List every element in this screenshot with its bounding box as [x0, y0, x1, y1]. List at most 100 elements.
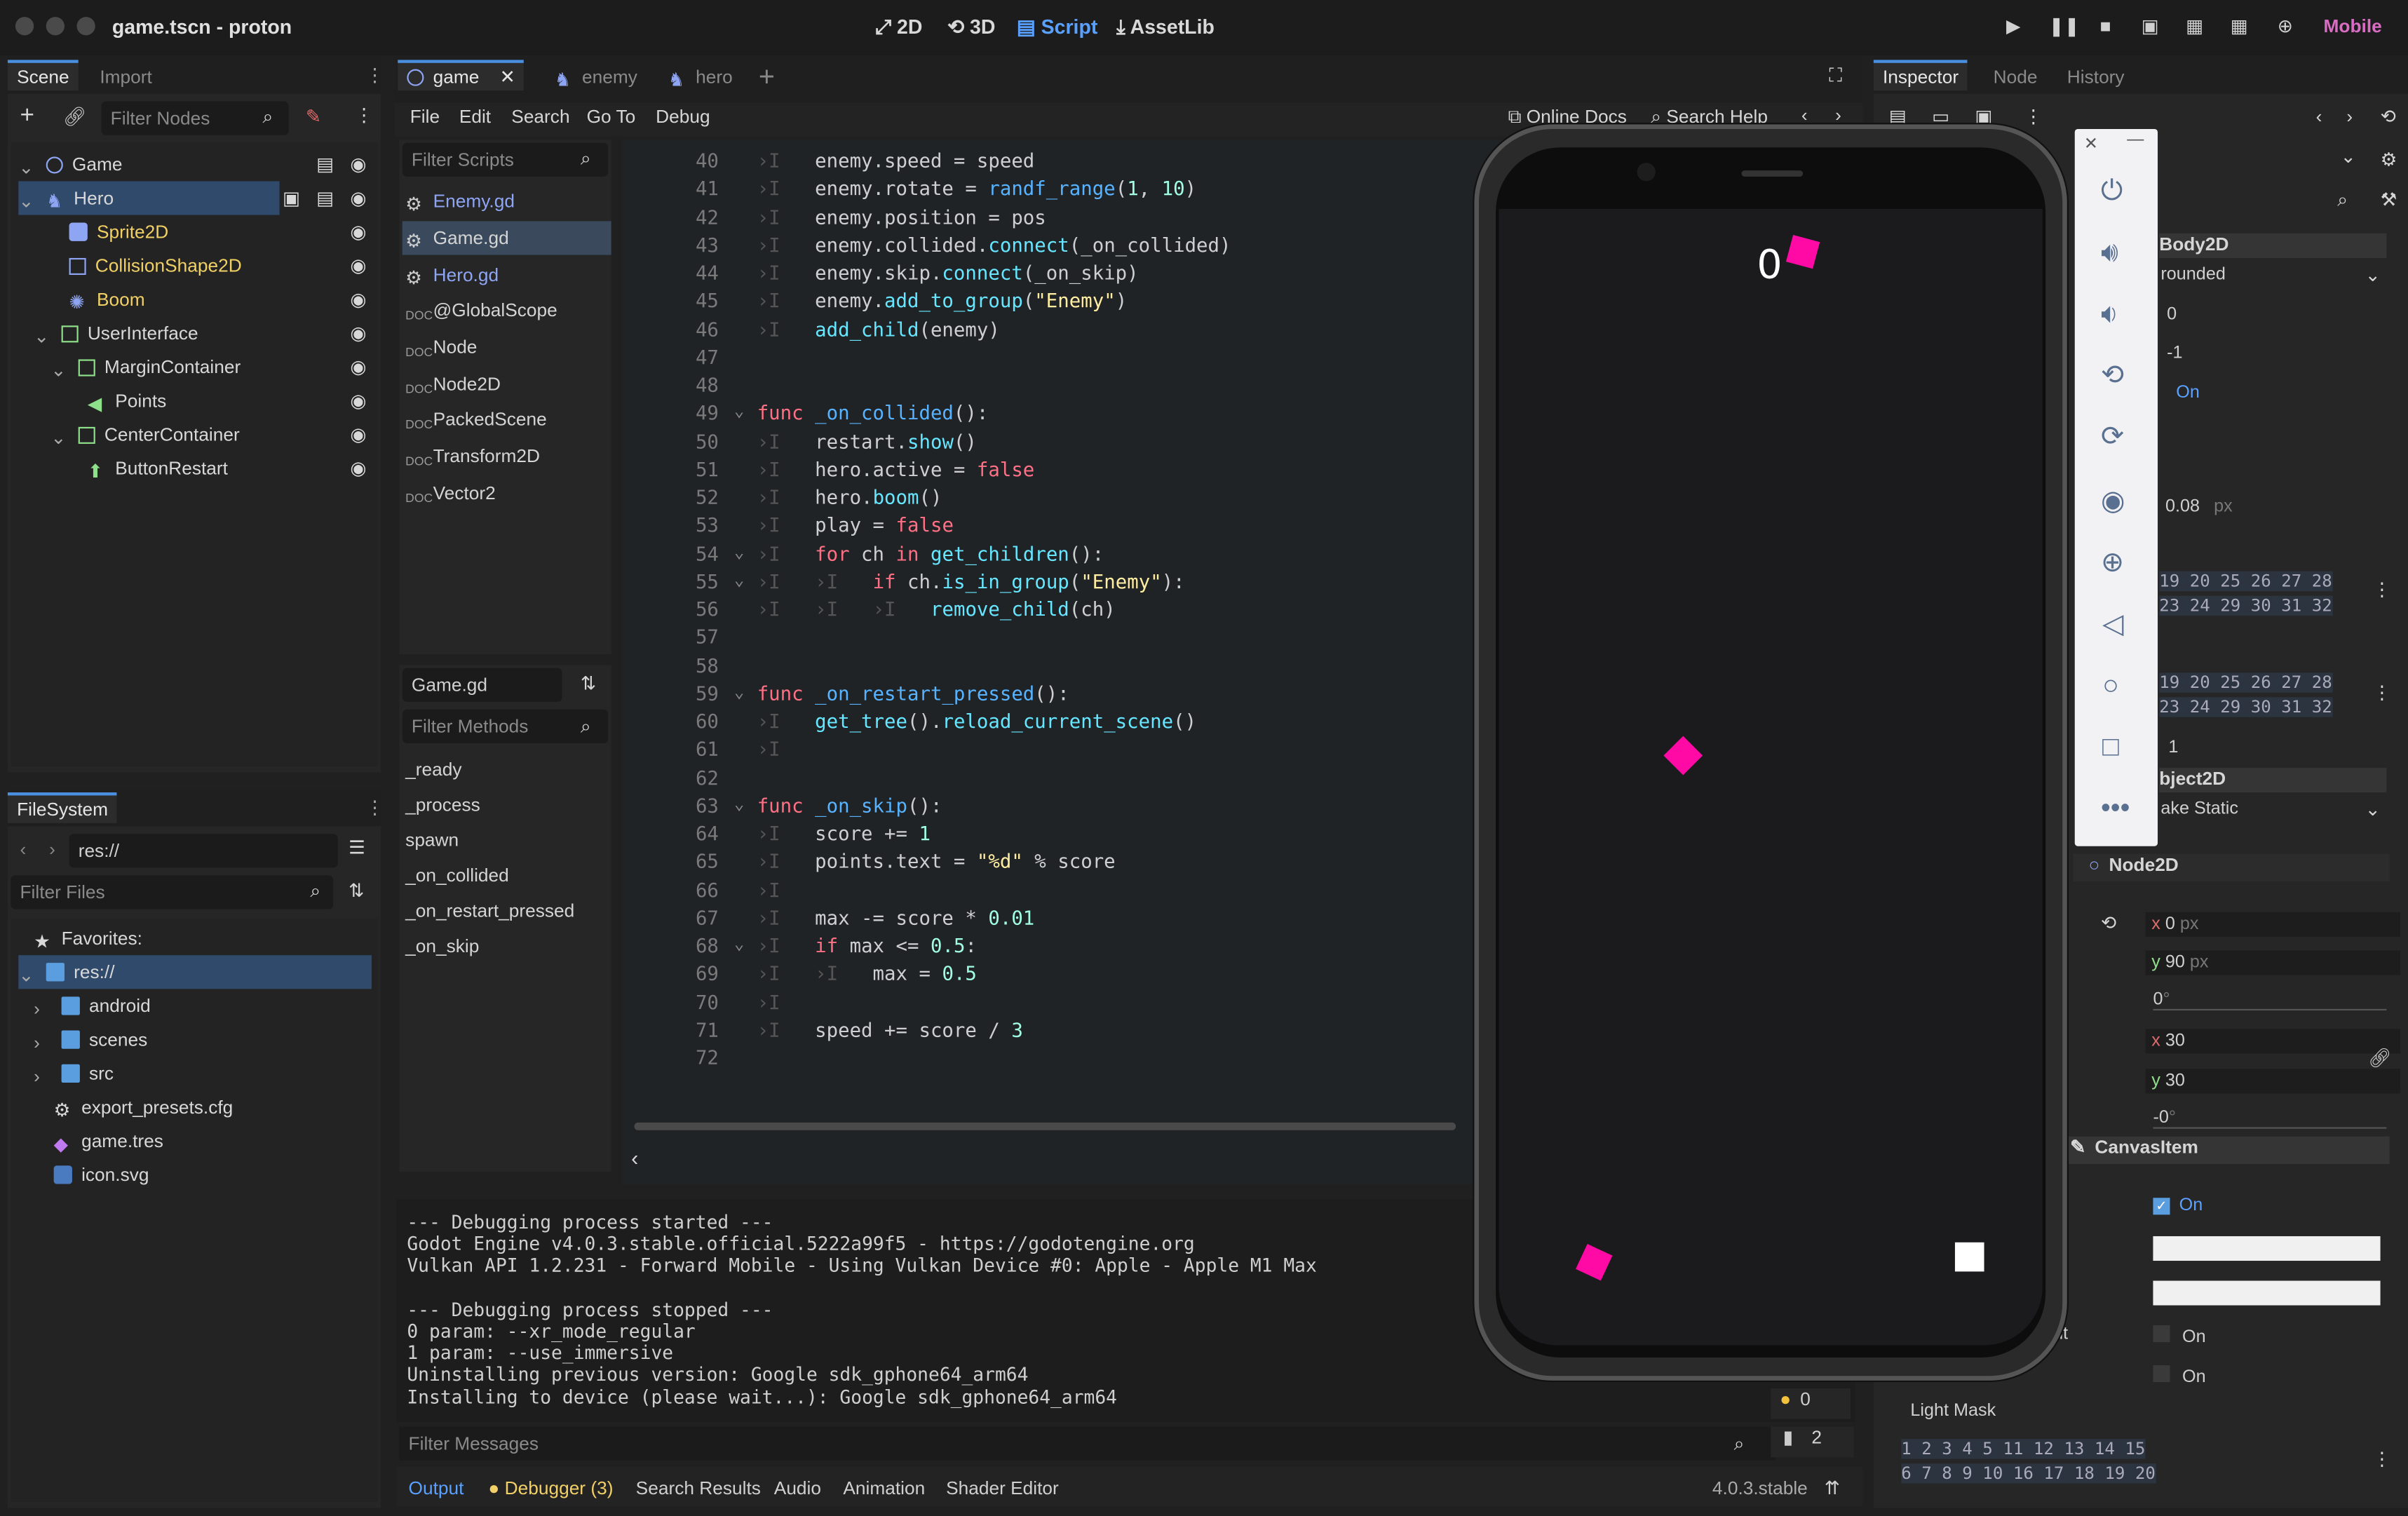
filter-nodes-input[interactable]: Filter Nodes — [101, 101, 289, 135]
mode-script-button[interactable]: ▤ Script — [1017, 15, 1098, 40]
renderer-select[interactable]: Mobile — [2324, 15, 2382, 37]
next-icon[interactable]: › — [1835, 104, 1841, 126]
favorites-item[interactable]: ★ Favorites: — [34, 921, 142, 955]
link-icon[interactable]: 🔗︎ — [2368, 1048, 2391, 1069]
tab-enemy[interactable]: ♞ enemy — [545, 63, 647, 90]
code-line[interactable]: func _on_restart_pressed(): — [757, 682, 1069, 705]
method-item[interactable]: _on_collided — [405, 858, 509, 892]
script-icon[interactable]: ▤ — [316, 189, 334, 207]
remote-debug-icon[interactable]: ▣ — [2138, 15, 2163, 37]
code-line[interactable]: ›I get_tree().reload_current_scene() — [757, 710, 1196, 733]
sort-icon[interactable]: ⇅ — [349, 880, 364, 902]
code-line[interactable]: ›I hero.boom() — [757, 485, 942, 508]
show-behind-parent-checkbox[interactable]: On — [2153, 1325, 2206, 1347]
volume-down-icon[interactable]: 🔉︎ — [2101, 298, 2118, 330]
rotation-slider[interactable]: 0° — [2153, 991, 2387, 1011]
section-physicsbody2d[interactable]: Body2D — [2159, 233, 2387, 258]
visibility-eye-icon[interactable]: ◉ — [350, 155, 368, 173]
new-resource-icon[interactable]: ▤ — [1889, 106, 1907, 128]
code-line[interactable]: ›I speed += score / 3 — [757, 1017, 1023, 1041]
overview-nav-icon[interactable]: □ — [2102, 731, 2119, 763]
movie-maker-icon[interactable]: ⊕ — [2273, 15, 2297, 37]
minimize-icon[interactable]: — — [2127, 130, 2144, 149]
menu-search[interactable]: Search — [511, 106, 569, 128]
code-line[interactable]: ›I points.text = "%d" % score — [757, 850, 1116, 873]
kebab-menu-icon[interactable]: ⋮ — [365, 797, 384, 819]
reset-icon[interactable]: ⟲ — [2101, 912, 2116, 934]
stop-icon[interactable]: ■ — [2093, 15, 2118, 37]
tree-node-buttonrestart[interactable]: ⬆ ButtonRestart — [88, 452, 228, 485]
visibility-eye-icon[interactable]: ◉ — [350, 426, 368, 444]
close-icon[interactable]: ✕ — [2084, 134, 2098, 154]
method-item[interactable]: _ready — [405, 752, 461, 786]
method-item[interactable]: _on_skip — [405, 929, 479, 963]
visibility-eye-icon[interactable]: ◉ — [350, 324, 368, 342]
tree-node-collisionshape2d[interactable]: CollisionShape2D — [69, 249, 242, 283]
code-line[interactable]: ›I enemy.add_to_group("Enemy") — [757, 289, 1127, 312]
mode-3d-button[interactable]: ⟲ 3D — [947, 15, 995, 40]
safe-margin-field[interactable]: 0.08 px — [2165, 498, 2233, 516]
visibility-eye-icon[interactable]: ◉ — [350, 459, 368, 478]
more-icon[interactable]: ••• — [2101, 792, 2130, 825]
tab-scene[interactable]: Scene — [7, 60, 79, 91]
zoom-window-button[interactable] — [76, 17, 95, 36]
collision-layer-grid[interactable]: 23 24 29 30 31 32 — [2159, 595, 2332, 616]
tree-node-hero[interactable]: ⌄ ♞ Hero — [18, 181, 280, 215]
split-view-icon[interactable]: ☰ — [349, 837, 365, 859]
fold-icon[interactable]: ⌄ — [734, 541, 745, 561]
code-line[interactable]: func _on_skip(): — [757, 794, 942, 817]
skew-slider[interactable]: -0° — [2153, 1109, 2387, 1129]
kebab-menu-icon[interactable]: ⋮ — [365, 65, 384, 86]
back-nav-icon[interactable]: ◁ — [2102, 608, 2123, 640]
method-item[interactable]: _on_restart_pressed — [405, 894, 574, 928]
filter-files-input[interactable]: Filter Files — [11, 875, 334, 909]
fullscreen-icon[interactable]: ⛶ — [1829, 65, 1841, 88]
code-line[interactable]: ›I restart.show() — [757, 429, 977, 452]
mode-2d-button[interactable]: ⤢ 2D — [875, 15, 922, 40]
add-node-icon[interactable]: + — [20, 103, 34, 130]
visibility-eye-icon[interactable]: ◉ — [350, 189, 368, 207]
horizontal-scrollbar[interactable] — [634, 1122, 1456, 1130]
tab-node[interactable]: Node — [1984, 63, 2047, 90]
prop-value[interactable]: 0 — [2167, 306, 2177, 324]
sort-icon[interactable]: ⇅ — [581, 672, 596, 694]
kebab-menu-icon[interactable]: ⋮ — [2373, 682, 2391, 703]
tree-node-margincontainer[interactable]: ⌄ MarginContainer — [50, 350, 241, 384]
position-y-field[interactable]: y 90 px — [2145, 950, 2401, 975]
menu-debug[interactable]: Debug — [656, 106, 710, 128]
zoom-icon[interactable]: ⊕ — [2101, 547, 2124, 579]
attach-script-icon[interactable]: ✎ — [306, 106, 321, 128]
fold-icon[interactable]: ⌄ — [734, 934, 745, 954]
path-field[interactable]: res:// — [69, 834, 338, 868]
priority-field[interactable]: 1 — [2168, 738, 2178, 757]
code-line[interactable]: ›I max -= score * 0.01 — [757, 906, 1035, 929]
menu-file[interactable]: File — [410, 106, 440, 128]
fold-icon[interactable]: ⌄ — [734, 569, 745, 589]
code-line[interactable]: ›I if max <= 0.5: — [757, 934, 977, 957]
prop-value[interactable]: rounded — [2160, 266, 2225, 284]
fold-icon[interactable]: ⌄ — [734, 794, 745, 813]
menu-edit[interactable]: Edit — [459, 106, 491, 128]
code-line[interactable]: ›I ›I if ch.is_in_group("Enemy"): — [757, 569, 1185, 593]
play-icon[interactable]: ▶ — [2001, 15, 2026, 37]
code-line[interactable]: ›I ›I ›I remove_child(ch) — [757, 597, 1116, 621]
folder-android[interactable]: › android — [34, 989, 151, 1022]
visibility-eye-icon[interactable]: ◉ — [350, 391, 368, 410]
script-item[interactable]: ⚙ Hero.gd — [405, 258, 499, 292]
clapper-icon[interactable]: ▣ — [283, 189, 301, 207]
light-mask-grid[interactable]: 1 2 3 4 5 11 12 13 14 15 — [1901, 1439, 2146, 1459]
tab-shader-editor[interactable]: Shader Editor — [946, 1477, 1059, 1499]
kebab-menu-icon[interactable]: ⋮ — [2373, 579, 2391, 601]
chevron-down-icon[interactable]: ⌄ — [2365, 799, 2381, 820]
method-item[interactable]: _process — [405, 787, 480, 821]
scale-x-field[interactable]: x 30 — [2145, 1029, 2401, 1054]
filter-methods-input[interactable]: Filter Methods — [402, 709, 609, 743]
doc-item[interactable]: DOCNode — [405, 330, 477, 364]
code-line[interactable]: ›I enemy.collided.connect(_on_collided) — [757, 233, 1231, 256]
back-icon[interactable]: ‹ — [2316, 106, 2322, 128]
add-tab-icon[interactable]: + — [759, 62, 775, 94]
visibility-eye-icon[interactable]: ◉ — [350, 223, 368, 241]
light-mask-grid[interactable]: 6 7 8 9 10 16 17 18 19 20 — [1901, 1463, 2156, 1484]
section-node2d[interactable]: ○ Node2D — [2073, 853, 2390, 882]
file-game-tres[interactable]: ◆ game.tres — [54, 1124, 163, 1158]
